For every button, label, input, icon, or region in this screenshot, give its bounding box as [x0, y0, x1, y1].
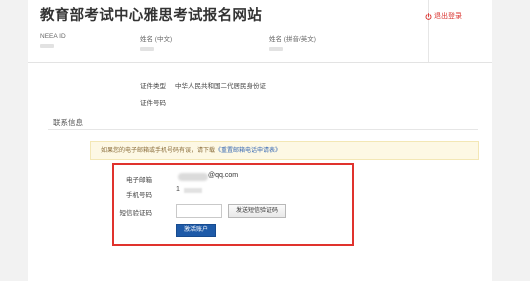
id-type-label: 证件类型 — [140, 83, 166, 90]
send-sms-code-button[interactable]: 发送短信验证码 — [228, 204, 286, 218]
email-domain: @qq.com — [208, 172, 239, 179]
section-title-contact: 联系信息 — [53, 118, 83, 127]
email-label: 电子邮箱 — [126, 177, 152, 184]
reset-form-link[interactable]: 《重置邮箱电话申请表》 — [215, 148, 281, 154]
sms-code-input[interactable] — [176, 204, 222, 218]
notice-text: 如果您的电子邮箱或手机号码有误，请下载 — [101, 148, 216, 154]
site-title: 教育部考试中心雅思考试报名网站 — [40, 8, 262, 24]
name-pinyin-value-redacted — [269, 47, 283, 51]
page-header: 教育部考试中心雅思考试报名网站 NEEA ID 姓名 (中文) 姓名 (拼音/英… — [28, 0, 492, 63]
phone-label: 手机号码 — [126, 192, 152, 199]
phone-value-redacted — [184, 188, 202, 193]
name-cn-value-redacted — [140, 47, 154, 51]
logout-link[interactable]: 退出登录 — [425, 11, 462, 21]
logout-label: 退出登录 — [434, 13, 462, 20]
power-icon — [425, 12, 432, 20]
notice-banner: 如果您的电子邮箱或手机号码有误，请下载《重置邮箱电话申请表》 — [90, 141, 479, 160]
activate-account-button[interactable]: 激活账户 — [176, 224, 216, 237]
neea-id-label: NEEA ID — [40, 33, 66, 40]
name-cn-label: 姓名 (中文) — [140, 36, 173, 43]
main-card: 教育部考试中心雅思考试报名网站 NEEA ID 姓名 (中文) 姓名 (拼音/英… — [28, 0, 492, 281]
id-type-value: 中华人民共和国二代居民身份证 — [175, 83, 266, 90]
id-number-label: 证件号码 — [140, 100, 166, 107]
email-value-redacted — [178, 173, 208, 181]
neea-id-value-redacted — [40, 44, 54, 48]
neea-id-field: NEEA ID — [40, 33, 66, 48]
sms-code-label: 短信验证码 — [119, 210, 153, 217]
name-cn-field: 姓名 (中文) — [140, 33, 172, 51]
section-divider — [48, 129, 478, 130]
name-pinyin-field: 姓名 (拼音/英文) — [269, 33, 316, 51]
name-pinyin-label: 姓名 (拼音/英文) — [269, 36, 316, 43]
phone-prefix: 1 — [176, 186, 180, 193]
header-divider — [428, 0, 429, 62]
